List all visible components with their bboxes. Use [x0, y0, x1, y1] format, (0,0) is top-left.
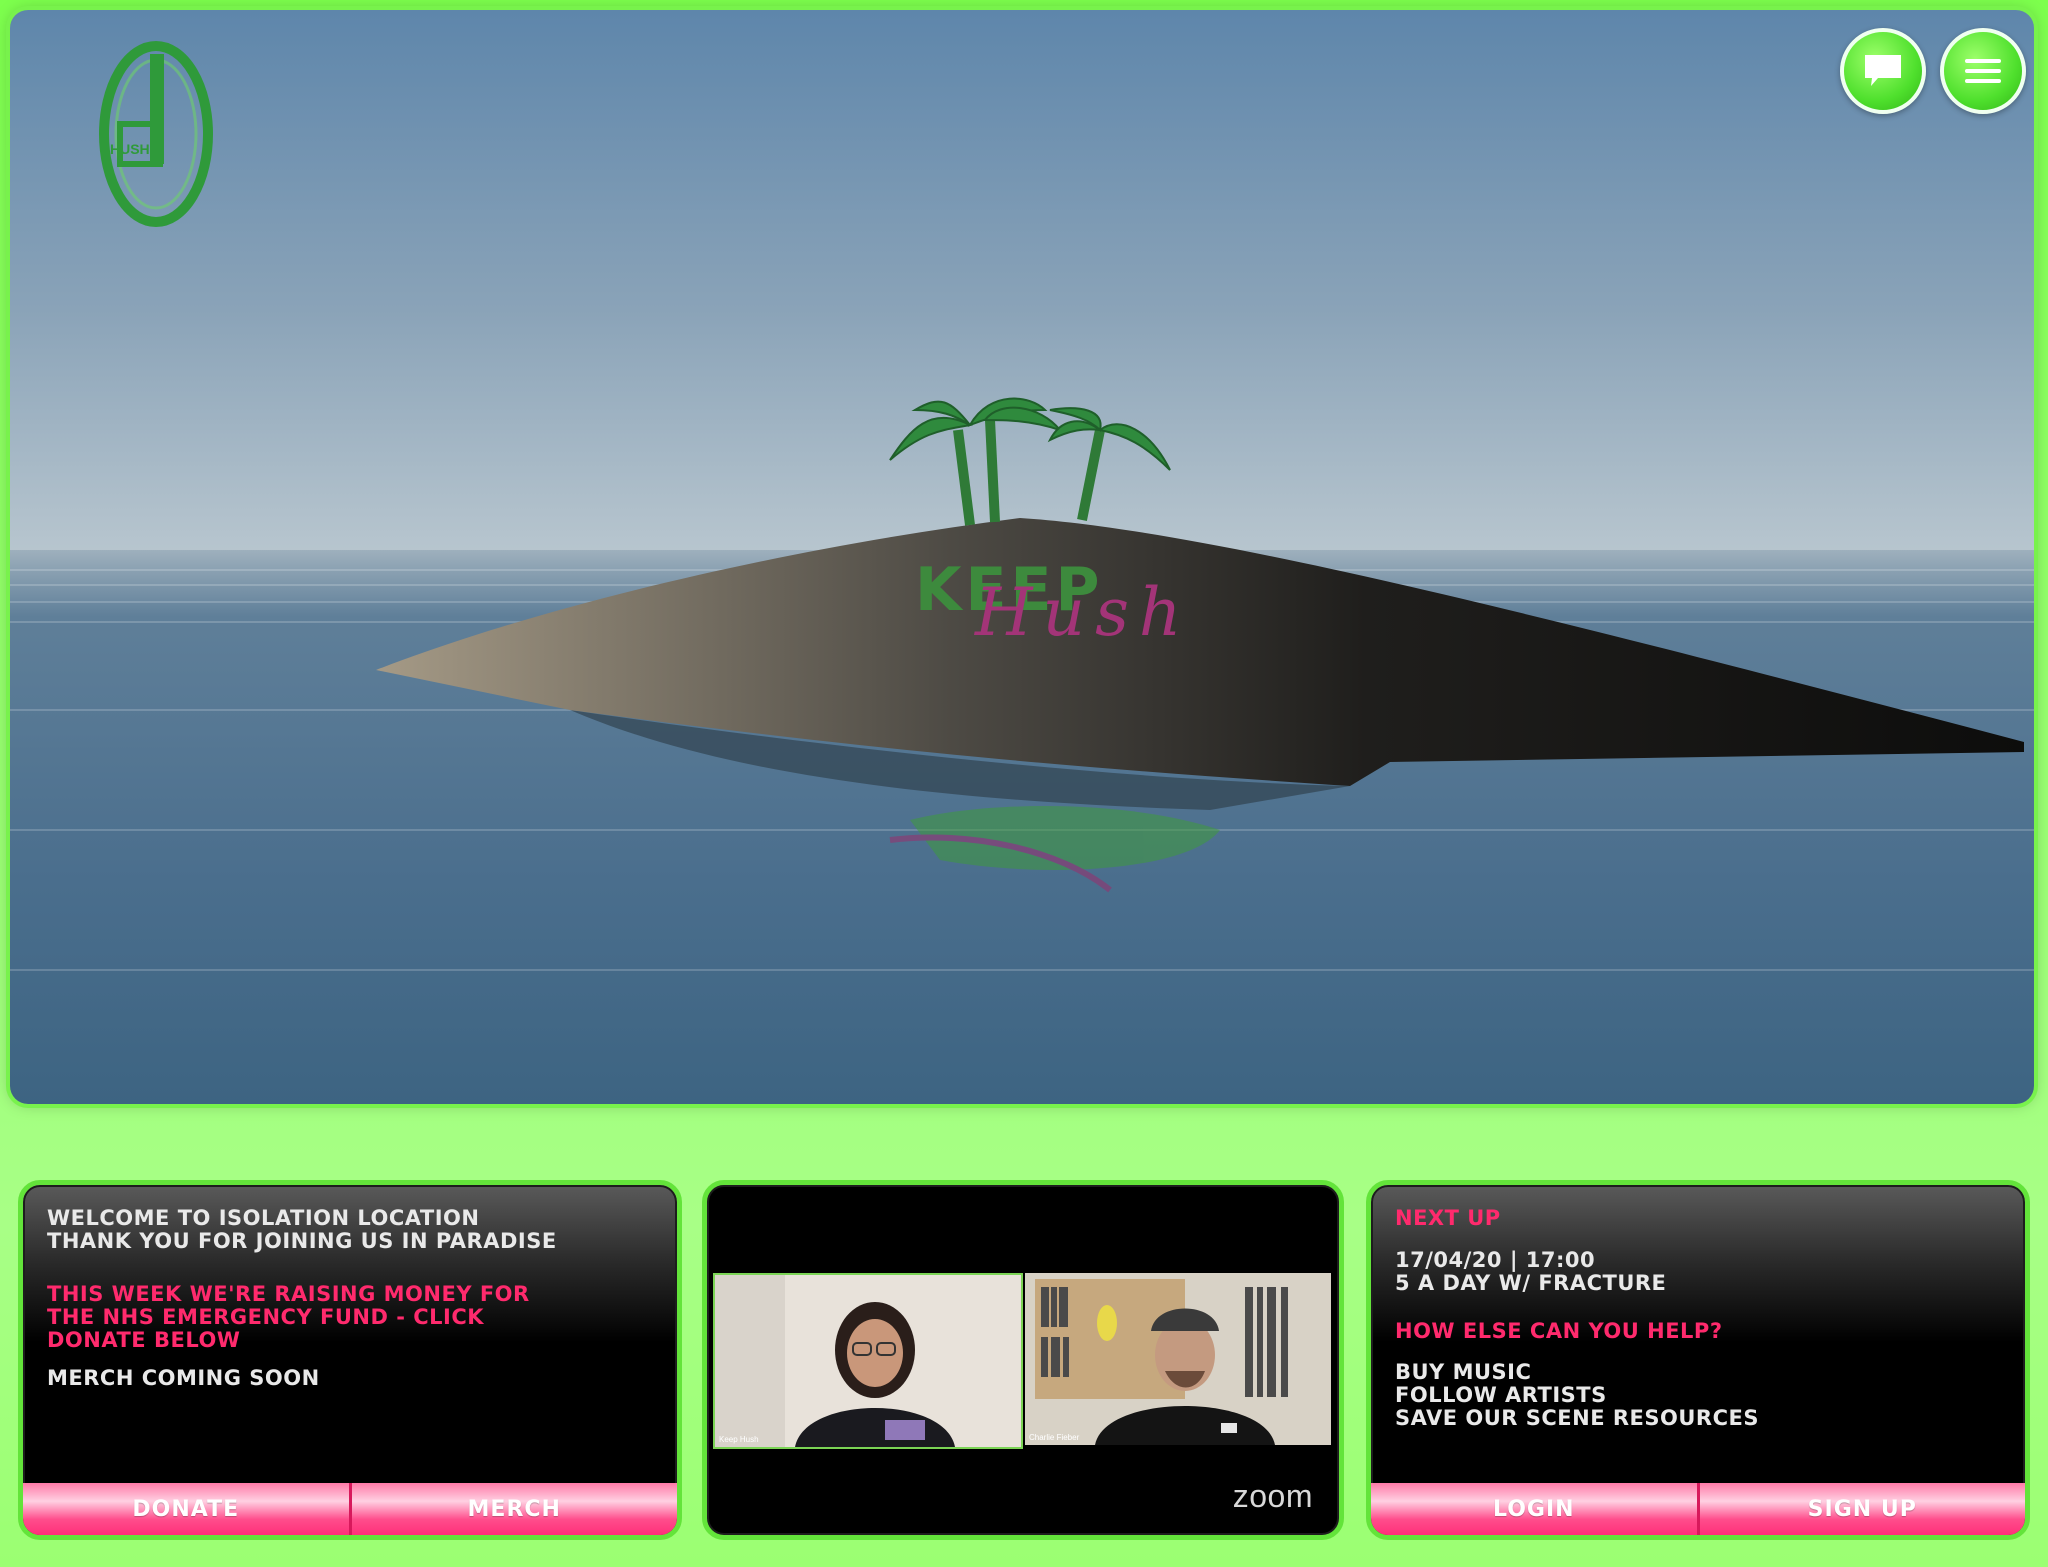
welcome-line-1: WELCOME TO ISOLATION LOCATION: [47, 1206, 480, 1230]
video-tile-charlie[interactable]: Charlie Fieber: [1025, 1273, 1331, 1445]
help-item-buy-music: BUY MUSIC: [1395, 1360, 1532, 1384]
menu-button[interactable]: [1940, 28, 2026, 114]
participant-video: [715, 1275, 1021, 1447]
event-datetime: 17/04/20 | 17:00: [1395, 1248, 1596, 1272]
next-up-label: NEXT UP: [1395, 1206, 1501, 1230]
sign-up-button[interactable]: SIGN UP: [1699, 1483, 2025, 1535]
info-panel-right: NEXT UP 17/04/20 | 17:00 5 A DAY W/ FRAC…: [1366, 1180, 2030, 1540]
login-button[interactable]: LOGIN: [1371, 1483, 1700, 1535]
fund-line-2: THE NHS EMERGENCY FUND - CLICK: [47, 1305, 485, 1329]
info-panel-left: WELCOME TO ISOLATION LOCATION THANK YOU …: [18, 1180, 682, 1540]
chat-button[interactable]: [1840, 28, 1926, 114]
speech-bubble-icon: [1865, 55, 1901, 86]
right-panel-buttons: LOGIN SIGN UP: [1371, 1483, 2025, 1535]
help-list: BUY MUSIC FOLLOW ARTISTS SAVE OUR SCENE …: [1395, 1361, 2005, 1430]
left-panel-buttons: DONATE MERCH: [23, 1483, 677, 1535]
help-heading: HOW ELSE CAN YOU HELP?: [1395, 1319, 1723, 1343]
merch-button[interactable]: MERCH: [351, 1483, 677, 1535]
participant-video: [1025, 1273, 1331, 1445]
zoom-brand-text: zoom: [1232, 1478, 1313, 1514]
merch-coming-soon-text: MERCH COMING SOON: [47, 1366, 320, 1390]
fund-line-1: THIS WEEK WE'RE RAISING MONEY FOR: [47, 1282, 530, 1306]
island-logo-script: Hush: [974, 574, 1191, 651]
keep-hush-logo[interactable]: HUSH: [90, 34, 230, 234]
next-event: 17/04/20 | 17:00 5 A DAY W/ FRACTURE: [1395, 1249, 2005, 1295]
event-title: 5 A DAY W/ FRACTURE: [1395, 1271, 1667, 1295]
video-tile-keep-hush[interactable]: Keep Hush: [713, 1273, 1023, 1449]
hamburger-menu-icon: [1965, 59, 2001, 83]
island-scene-viewport[interactable]: KEEP Hush HUSH: [10, 10, 2034, 1104]
video-call-panel: Keep Hush Charlie Fieber zoom: [702, 1180, 1344, 1540]
welcome-line-2: THANK YOU FOR JOINING US IN PARADISE: [47, 1229, 557, 1253]
corner-logo-text: HUSH: [110, 141, 150, 157]
donate-button[interactable]: DONATE: [23, 1483, 352, 1535]
welcome-text: WELCOME TO ISOLATION LOCATION THANK YOU …: [47, 1207, 657, 1253]
fund-line-3: DONATE BELOW: [47, 1328, 241, 1352]
fundraiser-text: THIS WEEK WE'RE RAISING MONEY FOR THE NH…: [47, 1283, 657, 1352]
help-item-save-our-scene: SAVE OUR SCENE RESOURCES: [1395, 1406, 1759, 1430]
island-scene: KEEP Hush: [10, 10, 2034, 1104]
participant-name-1: Keep Hush: [719, 1435, 759, 1444]
help-item-follow-artists: FOLLOW ARTISTS: [1395, 1383, 1607, 1407]
participant-name-2: Charlie Fieber: [1029, 1433, 1080, 1442]
